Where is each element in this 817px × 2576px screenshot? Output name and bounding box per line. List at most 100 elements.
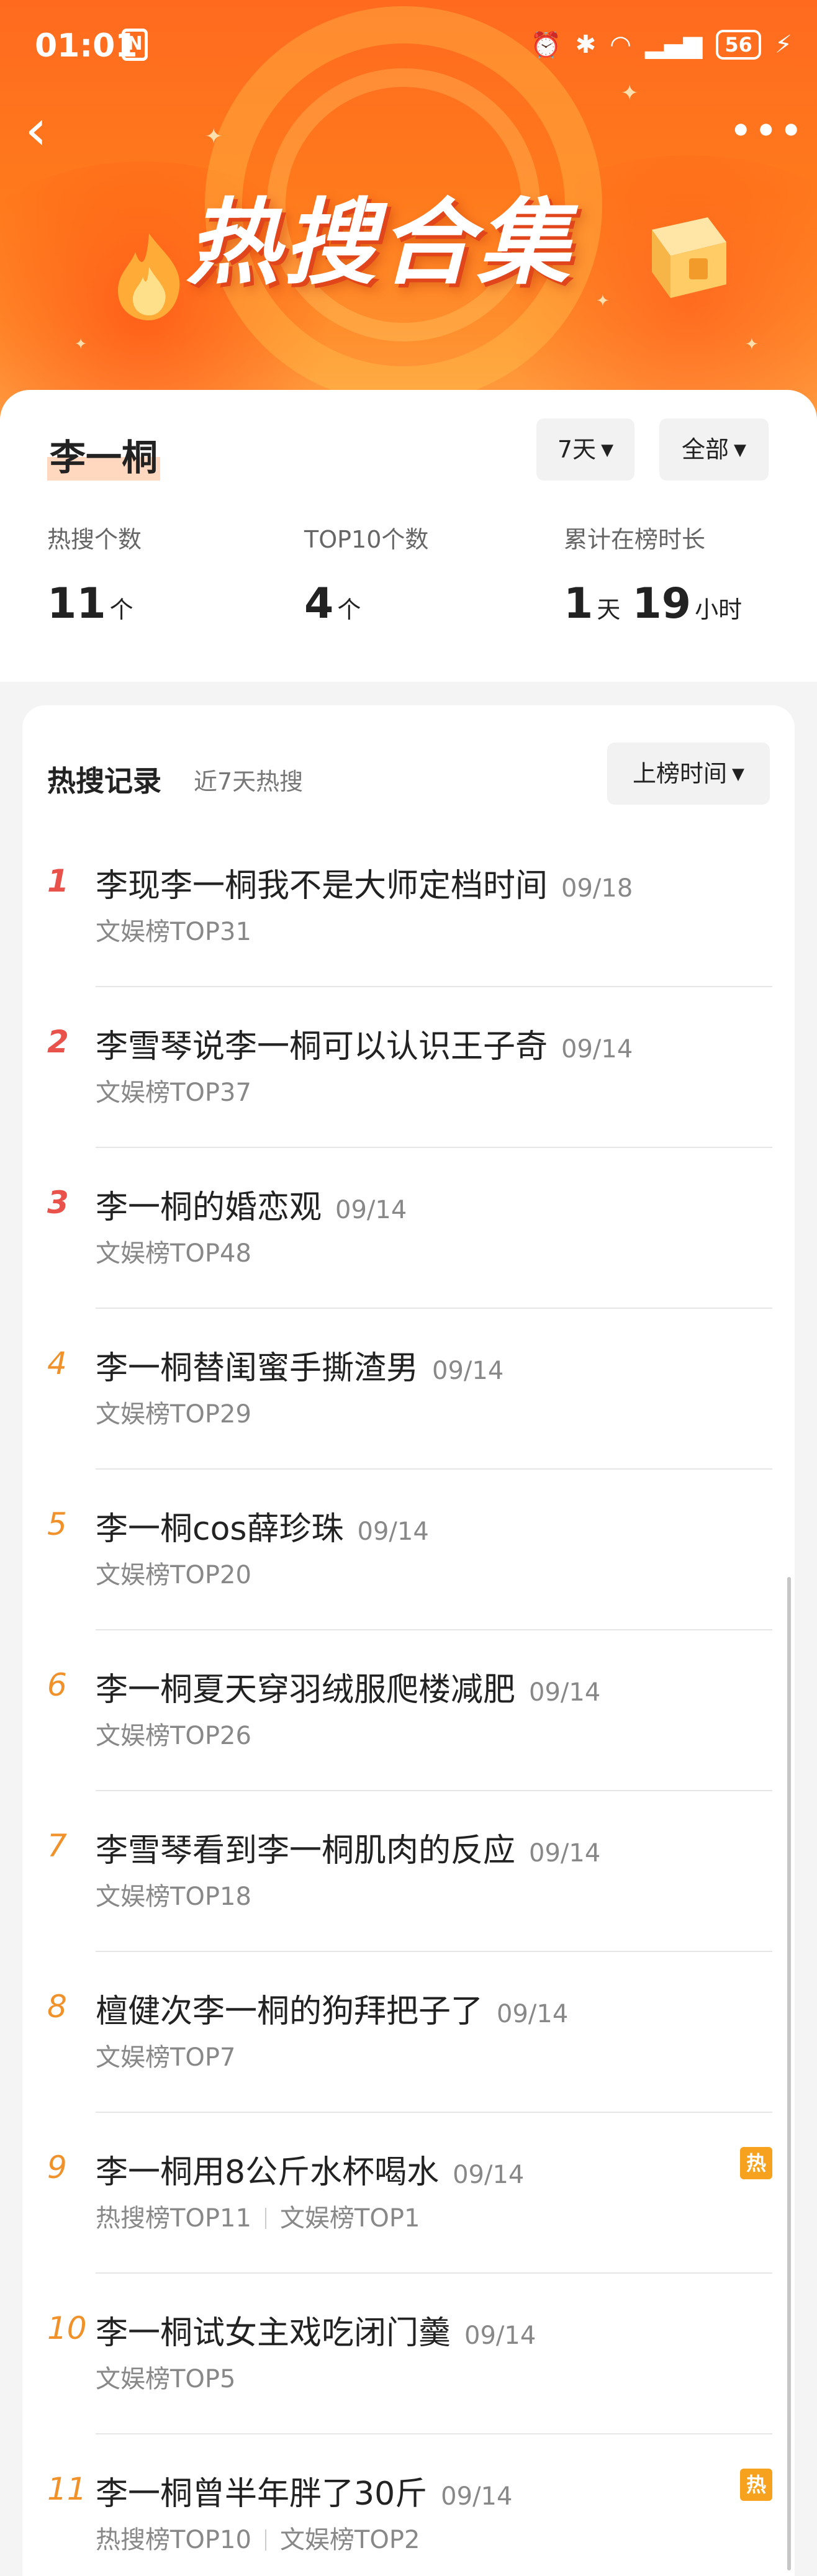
item-title-line: 李雪琴看到李一桐肌肉的反应 09/14 bbox=[96, 1824, 600, 1871]
stat-number: 4 bbox=[304, 579, 334, 628]
hot-search-item[interactable]: 4 李一桐替闺蜜手撕渣男 09/14 文娱榜TOP29 bbox=[22, 1308, 795, 1470]
back-arrow-icon[interactable]: ‹ bbox=[25, 102, 74, 161]
type-filter-label: 全部 bbox=[681, 436, 729, 463]
hot-search-item[interactable]: 5 李一桐cos薛珍珠 09/14 文娱榜TOP20 bbox=[22, 1469, 795, 1630]
item-meta: 文娱榜TOP48 bbox=[96, 1233, 251, 1269]
item-rank-tag: 文娱榜TOP29 bbox=[96, 1400, 251, 1429]
item-rank: 8 bbox=[47, 1989, 67, 2025]
meta-separator bbox=[264, 2208, 266, 2229]
type-filter-dropdown[interactable]: 全部 ▼ bbox=[659, 418, 769, 481]
sparkle-icon: ✦ bbox=[745, 335, 759, 354]
item-title: 李一桐cos薛珍珠 bbox=[96, 1511, 344, 1548]
profile-card: 李一桐 7天 ▼ 全部 ▼ 热搜个数 11 个 TOP10个数 4个 累计在榜时长 1… bbox=[0, 390, 817, 682]
stat-hot-count: 热搜个数 11 个 bbox=[47, 520, 142, 628]
item-title-line: 李雪琴说李一桐可以认识王子奇 09/14 bbox=[96, 1020, 633, 1067]
item-meta: 文娱榜TOP31 bbox=[96, 911, 251, 947]
item-title: 李一桐夏天穿羽绒服爬楼减肥 bbox=[96, 1671, 516, 1709]
item-date: 09/18 bbox=[561, 874, 633, 903]
status-icons: ⏰ ✱ ◠ ▂▄▆ 56 ⚡ bbox=[531, 30, 792, 60]
hot-search-item[interactable]: 2 李雪琴说李一桐可以认识王子奇 09/14 文娱榜TOP37 bbox=[22, 987, 795, 1148]
sparkle-icon: ✦ bbox=[74, 335, 88, 353]
records-header: 热搜记录 近7天热搜 上榜时间 ▼ bbox=[47, 743, 770, 805]
hot-search-item[interactable]: 1 李现李一桐我不是大师定档时间 09/18 文娱榜TOP31 bbox=[22, 826, 795, 987]
trophy-box-icon bbox=[652, 217, 726, 298]
item-rank: 7 bbox=[47, 1828, 67, 1864]
stat-unit-hours: 小时 bbox=[695, 596, 743, 623]
meta-separator bbox=[264, 2529, 266, 2551]
item-rank: 11 bbox=[47, 2471, 87, 2507]
hot-search-item[interactable]: 9 李一桐用8公斤水杯喝水 09/14 热搜榜TOP11 文娱榜TOP1 热 bbox=[22, 2112, 795, 2274]
item-rank: 10 bbox=[47, 2310, 87, 2346]
item-title: 李现李一桐我不是大师定档时间 bbox=[96, 867, 548, 905]
item-meta: 热搜榜TOP10 文娱榜TOP2 bbox=[96, 2520, 420, 2556]
stat-number-hours: 19 bbox=[632, 579, 692, 628]
days-filter-label: 7天 bbox=[557, 436, 597, 463]
item-rank-tag: 文娱榜TOP1 bbox=[279, 2204, 420, 2233]
item-title: 李一桐用8公斤水杯喝水 bbox=[96, 2154, 440, 2191]
hero-banner: ✦ ✦ ✦ ✦ ✦ 01:01 N ⏰ ✱ ◠ ▂▄▆ 56 ⚡ ‹ ••• 热… bbox=[0, 0, 817, 435]
stat-number-days: 1 bbox=[564, 579, 594, 628]
item-title-line: 李一桐替闺蜜手撕渣男 09/14 bbox=[96, 1342, 503, 1388]
item-title: 李一桐替闺蜜手撕渣男 bbox=[96, 1350, 419, 1387]
hot-search-item[interactable]: 6 李一桐夏天穿羽绒服爬楼减肥 09/14 文娱榜TOP26 bbox=[22, 1630, 795, 1791]
wifi-icon: ◠ bbox=[610, 30, 632, 59]
item-meta: 热搜榜TOP11 文娱榜TOP1 bbox=[96, 2198, 420, 2234]
hot-search-item[interactable]: 10 李一桐试女主戏吃闭门羹 09/14 文娱榜TOP5 bbox=[22, 2273, 795, 2434]
item-date: 09/14 bbox=[561, 1035, 633, 1064]
item-title: 李一桐曾半年胖了30斤 bbox=[96, 2475, 428, 2513]
records-subtitle: 近7天热搜 bbox=[194, 768, 304, 795]
item-meta: 文娱榜TOP37 bbox=[96, 1072, 251, 1108]
item-title-line: 李一桐试女主戏吃闭门羹 09/14 bbox=[96, 2307, 536, 2353]
item-date: 09/14 bbox=[529, 1678, 601, 1707]
flame-icon bbox=[118, 233, 180, 320]
more-icon[interactable]: ••• bbox=[730, 109, 802, 159]
hot-search-item[interactable]: 8 檀健次李一桐的狗拜把子了 09/14 文娱榜TOP7 bbox=[22, 1951, 795, 2113]
item-date: 09/14 bbox=[357, 1517, 429, 1546]
stat-number: 11 bbox=[47, 579, 106, 628]
item-rank: 3 bbox=[47, 1185, 69, 1221]
person-name: 李一桐 bbox=[47, 428, 161, 481]
stat-value: 11 个 bbox=[47, 579, 142, 628]
stat-label: 热搜个数 bbox=[47, 526, 142, 553]
item-rank-tag: 文娱榜TOP7 bbox=[96, 2043, 236, 2072]
item-date: 09/14 bbox=[529, 1839, 601, 1868]
bluetooth-icon: ✱ bbox=[575, 30, 597, 59]
item-date: 09/14 bbox=[432, 1357, 504, 1385]
item-rank: 9 bbox=[47, 2149, 67, 2185]
sparkle-icon: ✦ bbox=[205, 124, 223, 149]
item-date: 09/14 bbox=[335, 1196, 407, 1224]
nfc-icon: N bbox=[122, 29, 148, 61]
item-date: 09/14 bbox=[441, 2482, 513, 2511]
hot-badge: 热 bbox=[740, 2147, 772, 2179]
item-date: 09/14 bbox=[464, 2321, 536, 2350]
item-title: 李雪琴说李一桐可以认识王子奇 bbox=[96, 1028, 548, 1065]
sort-dropdown[interactable]: 上榜时间 ▼ bbox=[607, 743, 770, 805]
item-title-line: 李一桐曾半年胖了30斤 09/14 bbox=[96, 2467, 512, 2514]
hot-search-item[interactable]: 7 李雪琴看到李一桐肌肉的反应 09/14 文娱榜TOP18 bbox=[22, 1791, 795, 1952]
item-rank: 5 bbox=[47, 1506, 67, 1542]
stat-value: 1天 19 小时 bbox=[564, 579, 742, 628]
caret-down-icon: ▼ bbox=[601, 441, 614, 459]
item-title: 李一桐试女主戏吃闭门羹 bbox=[96, 2315, 451, 2352]
battery-icon: 56 bbox=[716, 30, 761, 60]
caret-down-icon: ▼ bbox=[732, 765, 744, 784]
item-title: 檀健次李一桐的狗拜把子了 bbox=[96, 1993, 484, 2030]
hot-search-item[interactable]: 3 李一桐的婚恋观 09/14 文娱榜TOP48 bbox=[22, 1147, 795, 1309]
hot-search-item[interactable]: 11 李一桐曾半年胖了30斤 09/14 热搜榜TOP10 文娱榜TOP2 热 bbox=[22, 2434, 795, 2576]
item-rank: 6 bbox=[47, 1667, 67, 1703]
stat-total-duration: 累计在榜时长 1天 19 小时 bbox=[564, 520, 742, 628]
item-meta: 文娱榜TOP5 bbox=[96, 2359, 236, 2395]
item-title-line: 李一桐的婚恋观 09/14 bbox=[96, 1181, 407, 1227]
stat-unit: 个 bbox=[109, 596, 133, 623]
item-rank: 2 bbox=[47, 1024, 69, 1060]
hot-badge: 热 bbox=[740, 2469, 772, 2501]
item-title-line: 李现李一桐我不是大师定档时间 09/18 bbox=[96, 859, 633, 906]
item-title-line: 李一桐cos薛珍珠 09/14 bbox=[96, 1503, 429, 1549]
scrollbar[interactable] bbox=[787, 1577, 791, 2570]
item-rank-tag: 文娱榜TOP2 bbox=[279, 2526, 420, 2554]
signal-icon: ▂▄▆ bbox=[645, 30, 703, 59]
item-rank-tag: 文娱榜TOP20 bbox=[96, 1561, 251, 1589]
item-title: 李雪琴看到李一桐肌肉的反应 bbox=[96, 1832, 516, 1869]
days-filter-dropdown[interactable]: 7天 ▼ bbox=[536, 418, 634, 481]
caret-down-icon: ▼ bbox=[734, 441, 746, 459]
